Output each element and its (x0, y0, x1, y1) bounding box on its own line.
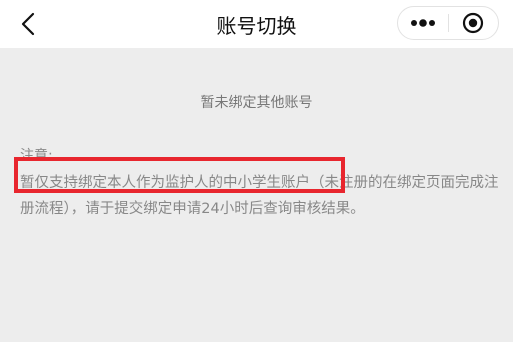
note-label: 注意: (20, 148, 53, 164)
note-text: 暂仅支持绑定本人作为监护人的中小学生账户（未注册的在绑定页面完成注册流程），请于… (20, 170, 500, 222)
chevron-left-icon (21, 12, 35, 36)
more-button[interactable] (398, 7, 448, 39)
navigation-bar: 账号切换 (0, 0, 513, 48)
back-button[interactable] (12, 8, 44, 40)
more-dots-icon (410, 19, 435, 27)
close-button[interactable] (448, 7, 498, 39)
mini-program-capsule (397, 6, 499, 40)
note-highlight-text: 暂仅支持绑定本人作为监护人的中小学生账户 (20, 175, 310, 191)
empty-state-text: 暂未绑定其他账号 (200, 95, 313, 111)
target-circle-icon (463, 12, 484, 34)
